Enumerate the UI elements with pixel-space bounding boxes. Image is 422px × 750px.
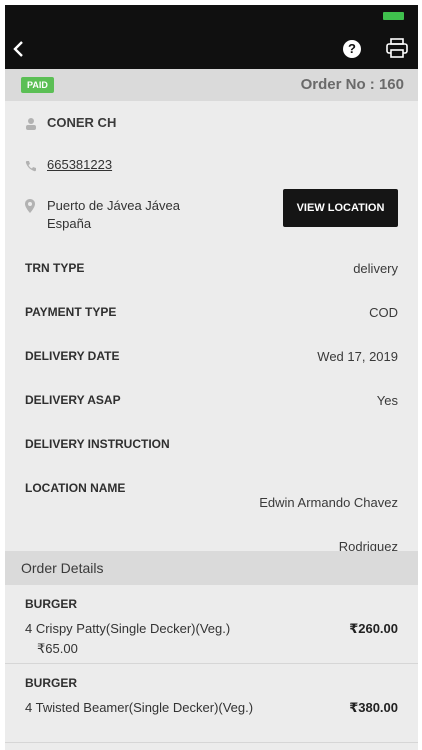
- location-name-row: LOCATION NAME Edwin Armando Chavez Rodri…: [5, 465, 418, 554]
- item-name: 4 Crispy Patty(Single Decker)(Veg.): [25, 621, 231, 636]
- back-arrow-svg: [13, 41, 23, 57]
- info-value: delivery: [353, 261, 398, 276]
- battery-icon: [383, 12, 404, 20]
- item-price: ₹260.00: [349, 621, 398, 636]
- customer-name: CONER CH: [47, 115, 117, 130]
- info-label: TRN TYPE: [25, 261, 85, 275]
- location-name-label: LOCATION NAME: [25, 481, 126, 495]
- info-row: DELIVERY DATE Wed 17, 2019: [5, 333, 418, 377]
- info-row: DELIVERY INSTRUCTION: [5, 421, 418, 465]
- info-row: PAYMENT TYPE COD: [5, 289, 418, 333]
- order-number: Order No : 160: [300, 76, 404, 93]
- view-location-button[interactable]: VIEW LOCATION: [283, 189, 398, 227]
- chevron-left-icon[interactable]: [12, 35, 32, 61]
- customer-address-row: Puerto de Jávea Jávea España VIEW LOCATI…: [5, 189, 418, 245]
- customer-address: Puerto de Jávea Jávea España: [47, 198, 180, 231]
- order-items-list: BURGER 4 Crispy Patty(Single Decker)(Veg.…: [5, 585, 418, 743]
- app-screen: ? PAID Order No : 160 CONER CH 665381223…: [5, 5, 418, 750]
- phone-icon: [25, 160, 39, 174]
- list-item[interactable]: BURGER 4 Crispy Patty(Single Decker)(Veg.…: [5, 585, 418, 664]
- item-category: BURGER: [25, 676, 78, 690]
- item-price: ₹380.00: [349, 700, 398, 715]
- info-value: Wed 17, 2019: [317, 349, 398, 364]
- person-icon: [25, 117, 39, 131]
- customer-phone-row: 665381223: [5, 145, 418, 189]
- info-row: DELIVERY ASAP Yes: [5, 377, 418, 421]
- info-label: DELIVERY DATE: [25, 349, 120, 363]
- printer-icon[interactable]: [386, 38, 408, 58]
- pin-svg: [25, 199, 35, 213]
- info-label: DELIVERY INSTRUCTION: [25, 437, 170, 451]
- item-category: BURGER: [25, 597, 78, 611]
- item-name: 4 Twisted Beamer(Single Decker)(Veg.): [25, 700, 254, 715]
- info-value: COD: [369, 305, 398, 320]
- info-value: Yes: [376, 393, 398, 408]
- info-row: TRN TYPE delivery: [5, 245, 418, 289]
- location-pin-icon: [25, 199, 39, 213]
- order-header: PAID Order No : 160: [5, 69, 418, 101]
- info-label: PAYMENT TYPE: [25, 305, 117, 319]
- order-details-title: Order Details: [21, 560, 104, 576]
- status-badge: PAID: [21, 77, 54, 93]
- list-item[interactable]: BURGER 4 Twisted Beamer(Single Decker)(Ve…: [5, 664, 418, 743]
- item-unit-price: ₹65.00: [37, 641, 78, 656]
- phone-svg: [25, 161, 36, 172]
- order-info-list: TRN TYPE delivery PAYMENT TYPE COD DELIVERY …: [5, 245, 418, 465]
- person-svg: [26, 118, 36, 130]
- printer-svg: [386, 38, 408, 58]
- info-label: DELIVERY ASAP: [25, 393, 121, 407]
- help-circle-icon[interactable]: ?: [343, 40, 361, 58]
- phone-link[interactable]: 665381223: [47, 157, 112, 172]
- customer-name-row: CONER CH: [5, 101, 418, 145]
- order-details-header: Order Details: [5, 551, 418, 585]
- toolbar: ?: [5, 5, 418, 69]
